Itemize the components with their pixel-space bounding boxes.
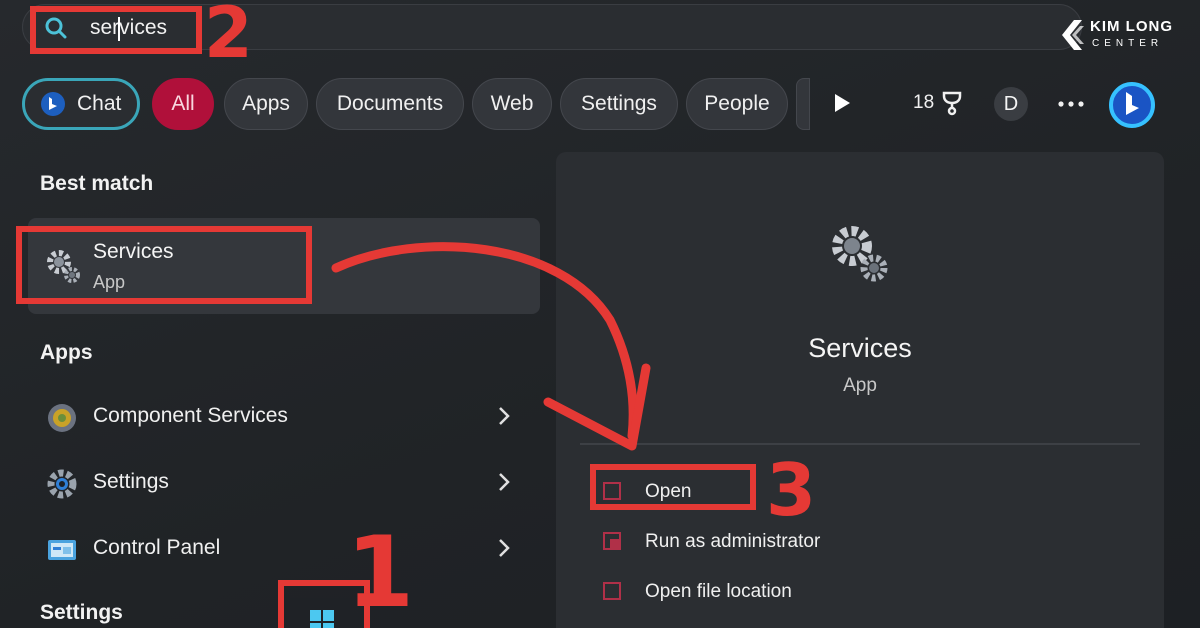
logo-mark-icon xyxy=(1062,20,1084,50)
action-run-as-administrator[interactable]: Run as administrator xyxy=(596,521,1096,561)
control-panel-icon xyxy=(48,540,76,560)
filter-settings[interactable]: Settings xyxy=(560,78,678,130)
filter-people[interactable]: People xyxy=(686,78,788,130)
filter-all[interactable]: All xyxy=(152,78,214,130)
bing-chat-icon xyxy=(41,92,65,116)
chevron-right-icon xyxy=(499,473,510,491)
bing-icon[interactable] xyxy=(1107,80,1157,130)
preview-app-name: Services xyxy=(808,333,912,363)
action-open-file-location-label: Open file location xyxy=(645,581,792,602)
rewards-trophy-icon[interactable] xyxy=(940,90,964,116)
annotation-box-search xyxy=(30,6,202,54)
app-item-settings[interactable]: Settings xyxy=(28,454,540,510)
annotation-step-2: 2 xyxy=(204,0,253,74)
play-icon[interactable] xyxy=(833,93,851,113)
apps-heading: Apps xyxy=(40,341,93,364)
chevron-right-icon xyxy=(499,539,510,557)
filter-chat[interactable]: Chat xyxy=(22,78,140,130)
logo-subtitle: CENTER xyxy=(1092,38,1164,49)
user-avatar[interactable]: D xyxy=(994,87,1028,121)
app-item-label: Component Services xyxy=(93,404,288,427)
best-match-heading: Best match xyxy=(40,172,154,195)
filter-chat-label: Chat xyxy=(77,92,122,115)
annotation-box-best-match xyxy=(16,226,312,304)
annotation-box-open xyxy=(590,464,756,510)
gear-icon xyxy=(832,226,888,282)
chevron-right-icon xyxy=(499,407,510,425)
app-item-label: Settings xyxy=(93,470,169,493)
settings-gear-icon xyxy=(47,469,77,499)
app-item-control-panel[interactable]: Control Panel xyxy=(28,520,540,576)
filter-web[interactable]: Web xyxy=(472,78,552,130)
app-item-label: Control Panel xyxy=(93,536,221,559)
folder-icon xyxy=(603,582,621,600)
filter-apps[interactable]: Apps xyxy=(224,78,308,130)
annotation-step-1: 1 xyxy=(346,516,415,628)
logo-title: KIM LONG xyxy=(1090,18,1173,35)
app-item-component-services[interactable]: Component Services xyxy=(28,388,540,444)
rewards-count: 18 xyxy=(913,92,935,113)
kim-long-center-logo: KIM LONG CENTER xyxy=(1060,16,1190,56)
more-options-icon[interactable] xyxy=(1058,101,1084,107)
filter-documents[interactable]: Documents xyxy=(316,78,464,130)
preview-divider xyxy=(580,443,1140,445)
preview-app-type: App xyxy=(843,375,877,396)
action-run-as-administrator-label: Run as administrator xyxy=(645,531,821,552)
shield-icon xyxy=(603,532,621,550)
annotation-step-3: 3 xyxy=(766,448,817,532)
component-services-icon xyxy=(48,404,76,432)
filter-more-pill-edge[interactable] xyxy=(796,78,810,130)
windows-search-panel: services 2 KIM LONG CENTER Chat All Apps… xyxy=(0,0,1200,628)
settings-heading: Settings xyxy=(40,601,123,624)
action-open-file-location[interactable]: Open file location xyxy=(596,571,1096,611)
